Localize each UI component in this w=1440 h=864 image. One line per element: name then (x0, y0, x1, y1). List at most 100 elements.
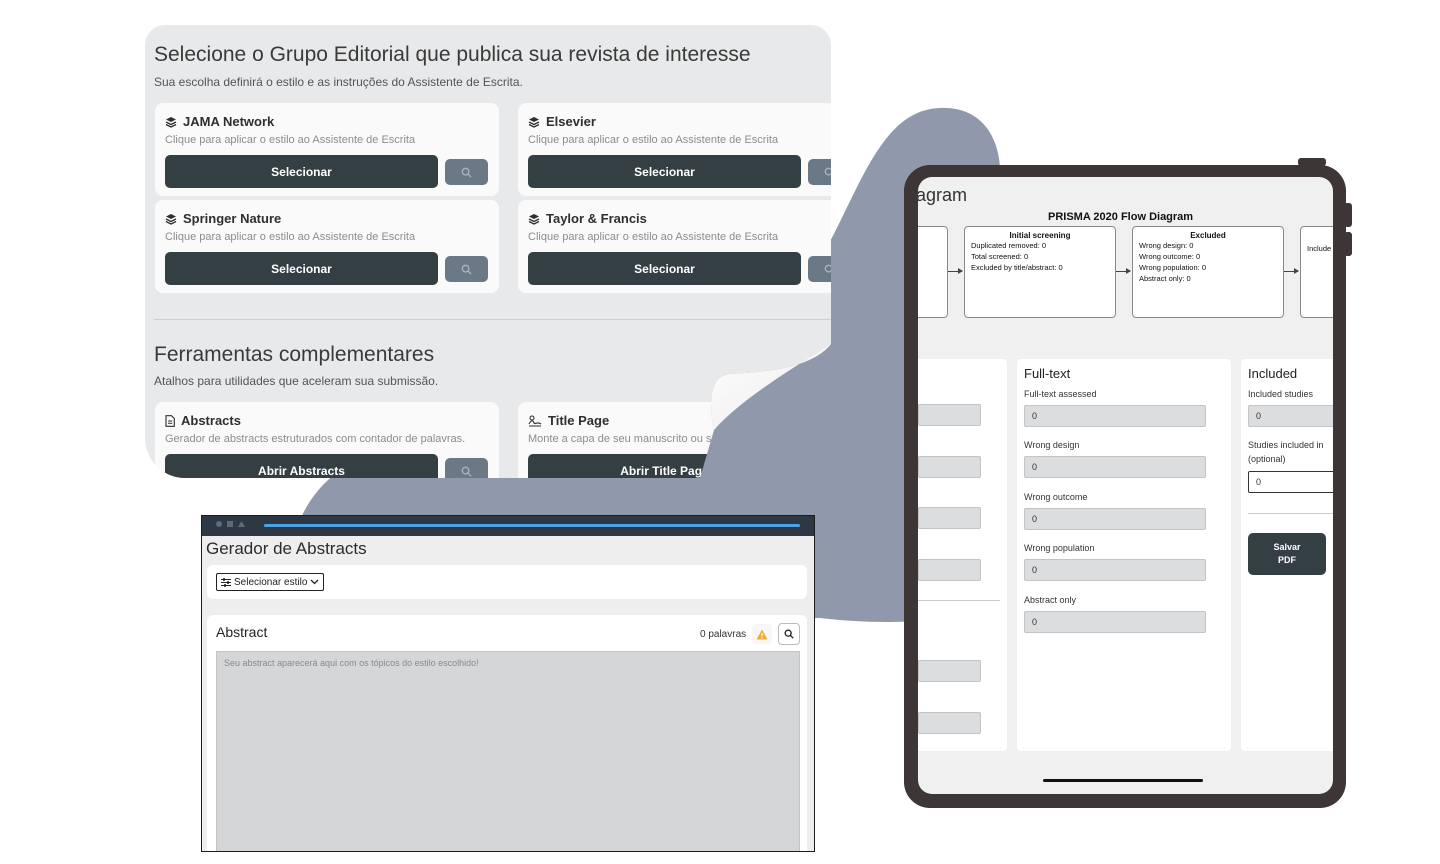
publisher-name: Elsevier (546, 114, 596, 129)
field-label: Wrong population (1024, 543, 1095, 553)
select-taylor-francis-button[interactable]: Selecionar (528, 252, 801, 285)
publisher-card-jama: JAMA Network Clique para aplicar o estil… (155, 103, 499, 196)
square-icon (227, 521, 233, 527)
publisher-name: Springer Nature (183, 211, 282, 226)
select-elsevier-button[interactable]: Selecionar (528, 155, 801, 188)
publisher-description: Clique para aplicar o estilo ao Assisten… (528, 134, 779, 146)
search-button[interactable] (808, 159, 831, 185)
field-label: Wrong design (1024, 440, 1080, 450)
word-count: 0 palavras (700, 629, 747, 640)
flow-diagram-title: PRISMA 2020 Flow Diagram (1048, 211, 1194, 223)
layers-icon (165, 116, 177, 128)
abstract-generator-window: Gerador de Abstracts Selecionar estilo A… (201, 515, 815, 852)
open-abstracts-button[interactable]: Abrir Abstracts (165, 454, 438, 478)
field-label: (optional) (1248, 454, 1286, 464)
studies-included-input[interactable]: 0 (1248, 471, 1333, 493)
wrong-population-input[interactable]: 0 (1024, 559, 1206, 581)
section-divider (154, 319, 831, 320)
select-springer-button[interactable]: Selecionar (165, 252, 438, 285)
publisher-description: Clique para aplicar o estilo ao Assisten… (528, 231, 779, 243)
tablet-screen: agram PRISMA 2020 Flow Diagram Initial s… (918, 177, 1333, 794)
search-icon (824, 167, 831, 176)
search-icon (461, 167, 472, 178)
flow-box-excluded: Excluded Wrong design: 0 Wrong outcome: … (1132, 226, 1284, 318)
save-pdf-button[interactable]: Salvar PDF (1248, 533, 1326, 575)
tool-card-abstracts: Abstracts Gerador de abstracts estrutura… (155, 402, 499, 478)
input-field[interactable] (918, 404, 981, 426)
tools-subtitle: Atalhos para utilidades que aceleram sua… (154, 374, 439, 388)
layers-icon (528, 116, 540, 128)
flow-arrow (948, 268, 963, 274)
search-button[interactable] (445, 256, 488, 282)
input-field[interactable] (918, 456, 981, 478)
home-indicator (1043, 779, 1203, 782)
tool-name: Title Page (548, 413, 610, 428)
wrong-outcome-input[interactable]: 0 (1024, 508, 1206, 530)
triangle-icon (238, 521, 245, 527)
search-icon (461, 466, 472, 477)
flow-box-identification (918, 226, 948, 318)
tools-title: Ferramentas complementares (154, 343, 435, 366)
document-icon (165, 414, 175, 427)
tool-description: Monte a capa de seu manuscrito ou s (528, 433, 712, 445)
style-select-label: Selecionar estilo (234, 576, 308, 588)
publisher-card-taylor-francis: Taylor & Francis Clique para aplicar o e… (518, 200, 831, 293)
included-heading: Included (1248, 366, 1298, 381)
column-screening (918, 359, 1007, 751)
page-subtitle: Sua escolha definirá o estilo e as instr… (154, 75, 523, 89)
layers-icon (165, 213, 177, 225)
flow-arrow (1116, 268, 1131, 274)
warning-button[interactable] (752, 624, 772, 644)
page-title: Selecione o Grupo Editorial que publica … (154, 43, 751, 66)
full-text-assessed-input[interactable]: 0 (1024, 405, 1206, 427)
tool-description: Gerador de abstracts estruturados com co… (165, 433, 466, 445)
tool-card-title-page: Title Page Monte a capa de seu manuscrit… (518, 402, 831, 478)
input-field[interactable] (918, 559, 981, 581)
field-label: Abstract only (1024, 595, 1077, 605)
abstract-card-title: Abstract (216, 624, 268, 640)
tool-name: Abstracts (181, 413, 241, 428)
abstract-card: Abstract 0 palavras Seu abstract aparece… (207, 615, 807, 851)
circle-icon (216, 521, 222, 527)
column-divider (1248, 513, 1333, 514)
input-field[interactable] (918, 712, 981, 734)
abstract-page-title: Gerador de Abstracts (206, 539, 367, 558)
included-studies-input[interactable]: 0 (1248, 405, 1333, 427)
field-label: Included studies (1248, 389, 1314, 399)
warning-icon (756, 629, 768, 639)
field-label: Wrong outcome (1024, 492, 1088, 502)
search-icon (824, 264, 831, 273)
select-jama-button[interactable]: Selecionar (165, 155, 438, 188)
field-label: Studies included in (1248, 440, 1324, 450)
search-button[interactable] (445, 159, 488, 185)
column-included: Included Included studies 0 Studies incl… (1241, 359, 1333, 751)
sliders-icon (221, 577, 231, 587)
wrong-design-input[interactable]: 0 (1024, 456, 1206, 478)
style-select[interactable]: Selecionar estilo (216, 573, 325, 591)
flow-arrow (1284, 268, 1299, 274)
layers-icon (528, 213, 540, 225)
search-button[interactable] (808, 256, 831, 282)
flow-box-included: Include (1300, 226, 1333, 318)
column-full-text: Full-text Full-text assessed 0 Wrong des… (1017, 359, 1231, 751)
open-title-page-button[interactable]: Abrir Title Page (528, 454, 801, 478)
prisma-page-title: agram (918, 185, 968, 205)
window-titlebar (202, 516, 814, 536)
input-field[interactable] (918, 507, 981, 529)
search-button[interactable] (778, 623, 800, 645)
search-icon (461, 264, 472, 275)
column-divider (918, 600, 1000, 601)
search-button[interactable] (445, 458, 488, 478)
tablet-device: agram PRISMA 2020 Flow Diagram Initial s… (904, 165, 1346, 808)
field-label: Full-text assessed (1024, 389, 1097, 399)
input-field[interactable] (918, 660, 981, 682)
flow-box-initial-screening: Initial screening Duplicated removed: 0 … (964, 226, 1116, 318)
full-text-heading: Full-text (1024, 366, 1071, 381)
publisher-description: Clique para aplicar o estilo ao Assisten… (165, 134, 416, 146)
publisher-selection-panel: Selecione o Grupo Editorial que publica … (145, 25, 831, 478)
publisher-name: Taylor & Francis (546, 211, 647, 226)
style-toolbar: Selecionar estilo (207, 565, 807, 599)
abstract-only-input[interactable]: 0 (1024, 611, 1206, 633)
abstract-placeholder: Seu abstract aparecerá aqui com os tópic… (224, 658, 479, 668)
abstract-textarea[interactable]: Seu abstract aparecerá aqui com os tópic… (216, 651, 800, 851)
